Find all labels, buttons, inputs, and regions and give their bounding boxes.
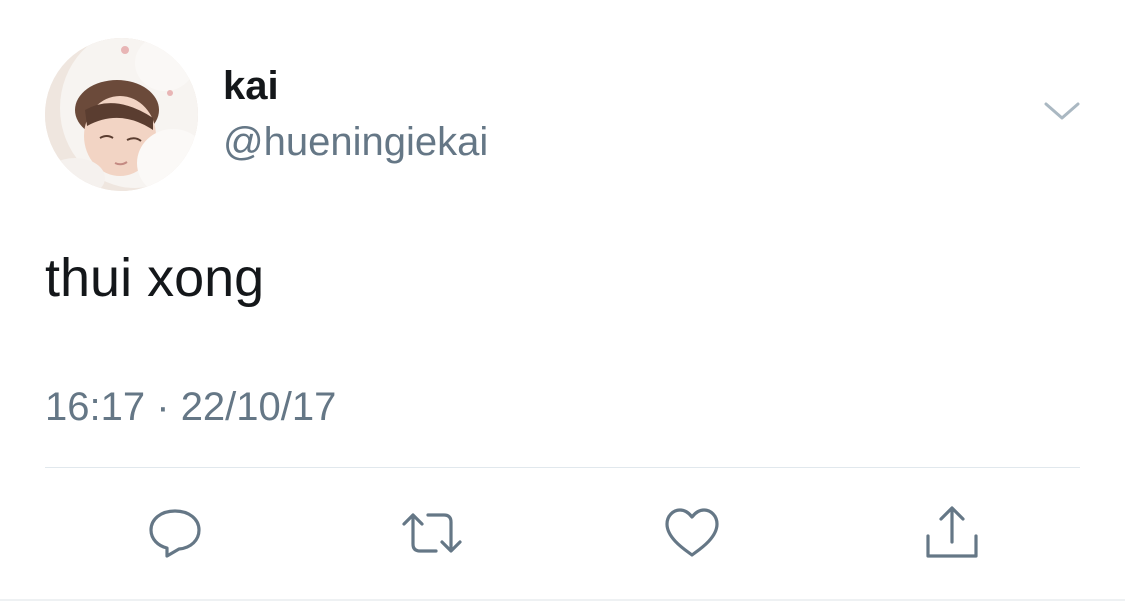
tweet-date: 22/10/17	[180, 385, 337, 429]
chevron-down-icon[interactable]	[1042, 96, 1082, 126]
timestamp-separator: ·	[156, 385, 170, 429]
avatar[interactable]	[45, 38, 198, 191]
share-button[interactable]	[922, 503, 982, 563]
tweet-card: kai @hueningiekai thui xong 16:17 · 22/1…	[0, 0, 1125, 601]
retweet-icon	[400, 506, 464, 560]
reply-button[interactable]	[145, 503, 205, 563]
reply-icon	[147, 506, 203, 560]
divider	[45, 467, 1080, 468]
tweet-timestamp: 16:17 · 22/10/17	[45, 383, 336, 431]
tweet-time: 16:17	[45, 385, 146, 429]
like-button[interactable]	[662, 503, 722, 563]
user-handle[interactable]: @hueningiekai	[223, 118, 488, 166]
heart-icon	[663, 506, 721, 560]
display-name[interactable]: kai	[223, 62, 279, 110]
tweet-text: thui xong	[45, 248, 265, 308]
share-icon	[922, 504, 982, 562]
retweet-button[interactable]	[402, 503, 462, 563]
